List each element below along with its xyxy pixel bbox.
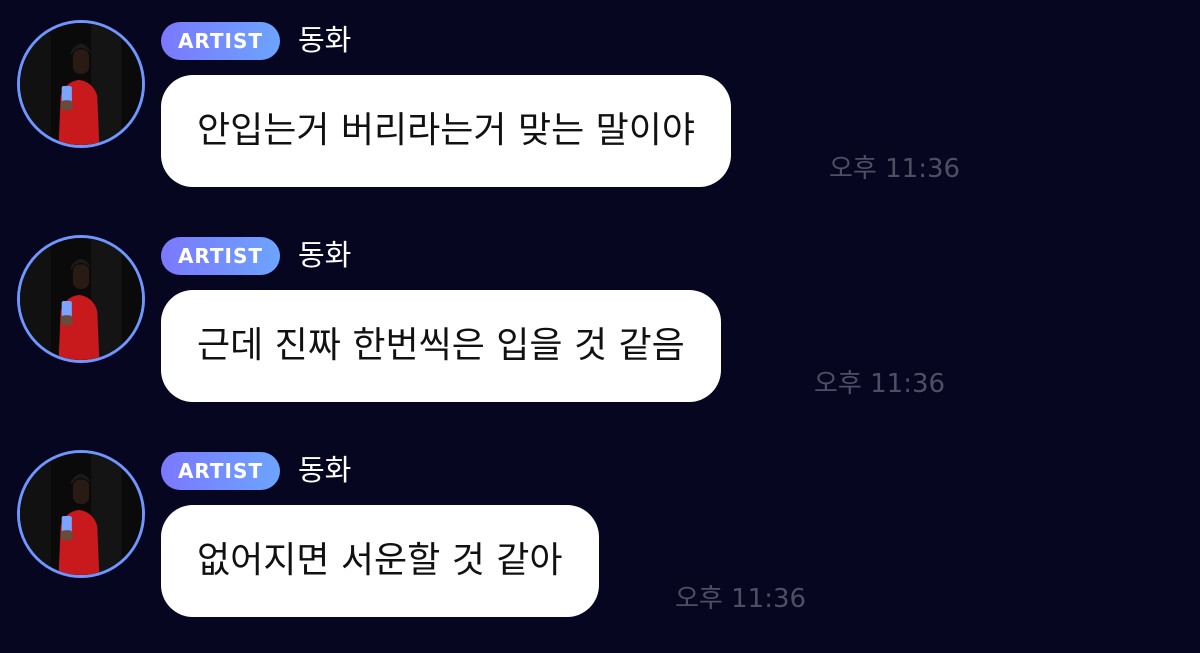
message-bubble[interactable]: 없어지면 서운할 것 같아 <box>161 505 599 617</box>
chat-message: ARTIST 동화 없어지면 서운할 것 같아 오후 11:36 <box>0 430 1200 630</box>
profile-photo-icon <box>20 23 142 145</box>
profile-photo-icon <box>20 453 142 575</box>
message-bubble[interactable]: 안입는거 버리라는거 맞는 말이야 <box>161 75 732 187</box>
message-timestamp: 오후 11:36 <box>814 369 946 399</box>
artist-badge: ARTIST <box>161 237 280 275</box>
profile-photo-icon <box>20 238 142 360</box>
artist-badge: ARTIST <box>161 22 280 60</box>
message-timestamp: 오후 11:36 <box>675 584 807 614</box>
message-timestamp: 오후 11:36 <box>829 154 961 184</box>
avatar[interactable] <box>17 235 145 363</box>
sender-name[interactable]: 동화 <box>298 235 351 275</box>
avatar[interactable] <box>17 20 145 148</box>
sender-name[interactable]: 동화 <box>298 450 351 490</box>
chat-message: ARTIST 동화 안입는거 버리라는거 맞는 말이야 오후 11:36 <box>0 0 1200 200</box>
message-bubble[interactable]: 근데 진짜 한번씩은 입을 것 같음 <box>161 290 721 402</box>
chat-message: ARTIST 동화 근데 진짜 한번씩은 입을 것 같음 오후 11:36 <box>0 215 1200 415</box>
sender-name[interactable]: 동화 <box>298 20 351 60</box>
avatar[interactable] <box>17 450 145 578</box>
artist-badge: ARTIST <box>161 452 280 490</box>
